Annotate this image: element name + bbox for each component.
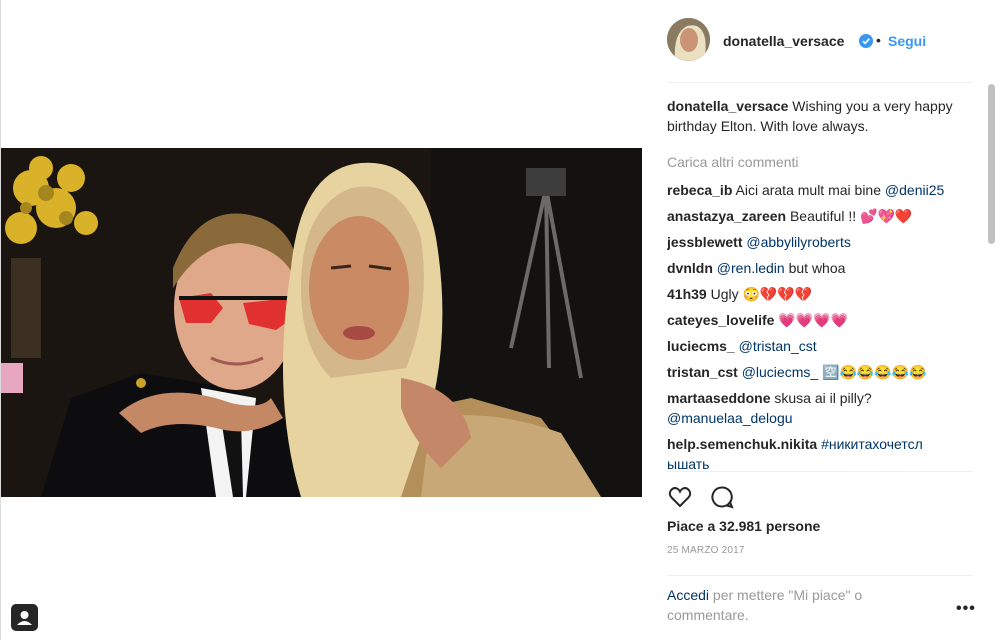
comments-list[interactable]: donatella_versace Wishing you a very hap… bbox=[667, 96, 967, 472]
comment-item: cateyes_lovelife 💗💗💗💗 bbox=[667, 310, 967, 330]
comment-username[interactable]: jessblewett bbox=[667, 234, 742, 250]
separator-dot: • bbox=[876, 32, 881, 48]
comment-username[interactable]: help.semenchuk.nikita bbox=[667, 436, 817, 452]
heart-icon[interactable] bbox=[667, 484, 693, 510]
comment-username[interactable]: 41h39 bbox=[667, 286, 707, 302]
load-more-comments-button[interactable]: Carica altri commenti bbox=[667, 152, 967, 172]
avatar[interactable] bbox=[667, 18, 710, 61]
comment-username[interactable]: martaaseddone bbox=[667, 390, 770, 406]
post-photo-graphic bbox=[1, 148, 642, 497]
comment-mention[interactable]: @abbylilyroberts bbox=[746, 234, 850, 250]
comment-item: rebeca_ib Aici arata mult mai bine @deni… bbox=[667, 180, 967, 200]
divider bbox=[667, 471, 973, 472]
likes-count[interactable]: Piace a 32.981 persone bbox=[667, 518, 820, 534]
action-bar bbox=[667, 484, 787, 510]
comment-item: luciecms_ @tristan_cst bbox=[667, 336, 967, 356]
caption: donatella_versace Wishing you a very hap… bbox=[667, 96, 967, 136]
comment-item: jessblewett @abbylilyroberts bbox=[667, 232, 967, 252]
comment-mention[interactable]: @luciecms_ bbox=[742, 364, 818, 380]
comment-username[interactable]: anastazya_zareen bbox=[667, 208, 786, 224]
comment-text: Ugly 😳💔💔💔 bbox=[710, 286, 813, 302]
login-prompt: Accedi per mettere "Mi piace" o commenta… bbox=[667, 585, 907, 625]
comment-item: help.semenchuk.nikita #никитахочетсл ыша… bbox=[667, 434, 967, 472]
comment-mention[interactable]: @manuelaa_delogu bbox=[667, 410, 793, 426]
caption-username[interactable]: donatella_versace bbox=[667, 98, 788, 114]
post-date: 25 MARZO 2017 bbox=[667, 545, 745, 556]
comment-text: Beautiful !! 💕💖❤️ bbox=[789, 208, 913, 224]
comment-username[interactable]: rebeca_ib bbox=[667, 182, 732, 198]
comment-item: martaaseddone skusa ai il pilly? @manuel… bbox=[667, 388, 967, 428]
post-details-pane: donatella_versace • Segui donatella_vers… bbox=[650, 0, 1000, 640]
comment-item: dvnldn @ren.ledin but whoa bbox=[667, 258, 967, 278]
divider bbox=[667, 575, 973, 576]
comment-text: Aici arata mult mai bine bbox=[735, 182, 885, 198]
comment-text: but whoa bbox=[784, 260, 846, 276]
comment-username[interactable]: tristan_cst bbox=[667, 364, 738, 380]
comment-icon[interactable] bbox=[709, 484, 735, 510]
comments-scrollbar[interactable] bbox=[988, 84, 995, 244]
post-photo[interactable] bbox=[1, 148, 642, 497]
header-username-link[interactable]: donatella_versace bbox=[723, 33, 844, 49]
comment-text: 💗💗💗💗 bbox=[778, 312, 849, 328]
comment-username[interactable]: dvnldn bbox=[667, 260, 713, 276]
login-link[interactable]: Accedi bbox=[667, 587, 709, 603]
comment-username[interactable]: luciecms_ bbox=[667, 338, 735, 354]
comment-username[interactable]: cateyes_lovelife bbox=[667, 312, 774, 328]
divider bbox=[667, 82, 973, 83]
comment-item: tristan_cst @luciecms_ 🈳😂😂😂😂😂 bbox=[667, 362, 967, 382]
comment-mention[interactable]: @denii25 bbox=[885, 182, 944, 198]
more-options-button[interactable]: ••• bbox=[956, 600, 976, 618]
post-header: donatella_versace • Segui bbox=[650, 0, 980, 82]
user-tag-icon[interactable] bbox=[11, 604, 38, 631]
follow-button[interactable]: Segui bbox=[888, 33, 926, 49]
comment-text: skusa ai il pilly? bbox=[774, 390, 872, 406]
verified-badge-icon bbox=[859, 34, 873, 48]
comment-text: 🈳😂😂😂😂😂 bbox=[818, 364, 927, 380]
comment-mention[interactable]: @ren.ledin bbox=[717, 260, 785, 276]
comment-mention[interactable]: @tristan_cst bbox=[739, 338, 817, 354]
photo-pane bbox=[0, 0, 650, 640]
comment-item: 41h39 Ugly 😳💔💔💔 bbox=[667, 284, 967, 304]
comment-item: anastazya_zareen Beautiful !! 💕💖❤️ bbox=[667, 206, 967, 226]
